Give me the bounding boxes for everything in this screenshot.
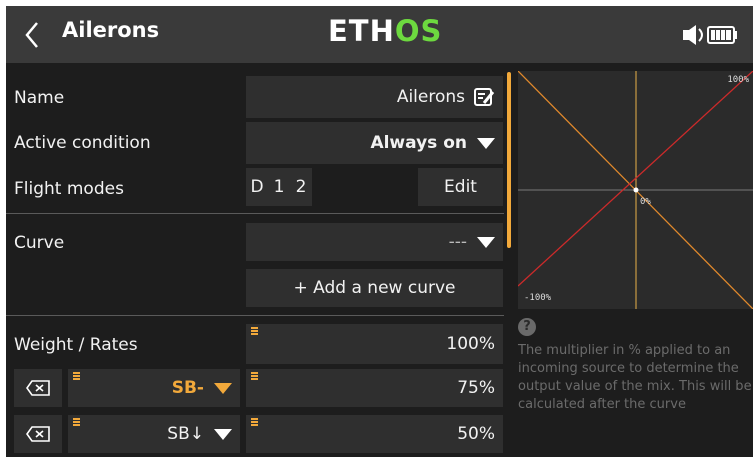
status-icons (683, 25, 737, 45)
name-field[interactable]: Ailerons (246, 76, 503, 118)
curve-point (633, 187, 639, 193)
name-value: Ailerons (396, 87, 465, 107)
status-area (681, 22, 739, 48)
curve-value: --- (448, 232, 467, 252)
scrollbar[interactable] (507, 72, 511, 248)
active-condition-label: Active condition (14, 133, 151, 153)
flight-mode-1[interactable]: 1 (268, 168, 290, 206)
active-condition-select[interactable]: Always on (246, 122, 503, 164)
back-button[interactable] (18, 20, 48, 50)
graph-min-label: -100% (524, 293, 552, 303)
edit-flight-modes-button[interactable]: Edit (418, 168, 503, 206)
adjust-marker-icon (251, 327, 258, 335)
delete-icon (26, 426, 50, 442)
curve-select[interactable]: --- (246, 223, 503, 261)
graph-center-label: 0% (640, 197, 651, 207)
section-divider (6, 315, 504, 316)
active-condition-value: Always on (370, 133, 467, 153)
help-icon: ? (518, 318, 536, 336)
logo-accent: OS (394, 14, 443, 48)
ethos-logo: ETHOS (328, 14, 442, 48)
chevron-left-icon (25, 22, 38, 48)
weight-value: 100% (446, 334, 495, 354)
dropdown-arrow-icon (214, 428, 232, 440)
rate-value-field[interactable]: 75% (246, 369, 503, 407)
curve-plot (517, 70, 753, 310)
edit-icon (474, 88, 495, 106)
name-label: Name (14, 88, 65, 108)
header-bar: Ailerons ETHOS (6, 6, 753, 63)
rate-value-field[interactable]: 50% (246, 415, 503, 453)
rate-source-select[interactable]: SB- (68, 369, 240, 407)
battery-icon (707, 26, 737, 44)
adjust-marker-icon (251, 418, 258, 426)
page-title: Ailerons (62, 18, 160, 42)
curve-graph: 100% 0% -100% (517, 70, 753, 310)
curve-label: Curve (14, 233, 65, 253)
remove-rate-button[interactable] (14, 415, 62, 453)
adjust-marker-icon (73, 372, 80, 380)
remove-rate-button[interactable] (14, 369, 62, 407)
weight-rates-label: Weight / Rates (14, 335, 138, 355)
dropdown-arrow-icon (214, 382, 232, 394)
screen: Ailerons ETHOS Name Ailerons Active cond… (6, 6, 753, 457)
flight-mode-d[interactable]: D (246, 168, 268, 206)
weight-field[interactable]: 100% (246, 324, 503, 364)
adjust-marker-icon (251, 372, 258, 380)
flight-modes-label: Flight modes (14, 179, 124, 199)
section-divider (6, 213, 504, 214)
rate-source-value: SB- (171, 378, 204, 398)
speaker-icon (683, 25, 703, 45)
help-text: The multiplier in % applied to an incomi… (518, 343, 752, 412)
dropdown-arrow-icon (477, 236, 495, 248)
rate-value: 75% (457, 378, 495, 398)
adjust-marker-icon (73, 418, 80, 426)
rate-source-value: SB↓ (167, 424, 204, 444)
rate-value: 50% (457, 424, 495, 444)
logo-main: ETH (328, 14, 395, 48)
dropdown-arrow-icon (477, 137, 495, 149)
rate-source-select[interactable]: SB↓ (68, 415, 240, 453)
graph-max-label: 100% (727, 75, 749, 85)
add-curve-button[interactable]: + Add a new curve (246, 269, 503, 307)
delete-icon (26, 380, 50, 396)
flight-mode-2[interactable]: 2 (290, 168, 312, 206)
